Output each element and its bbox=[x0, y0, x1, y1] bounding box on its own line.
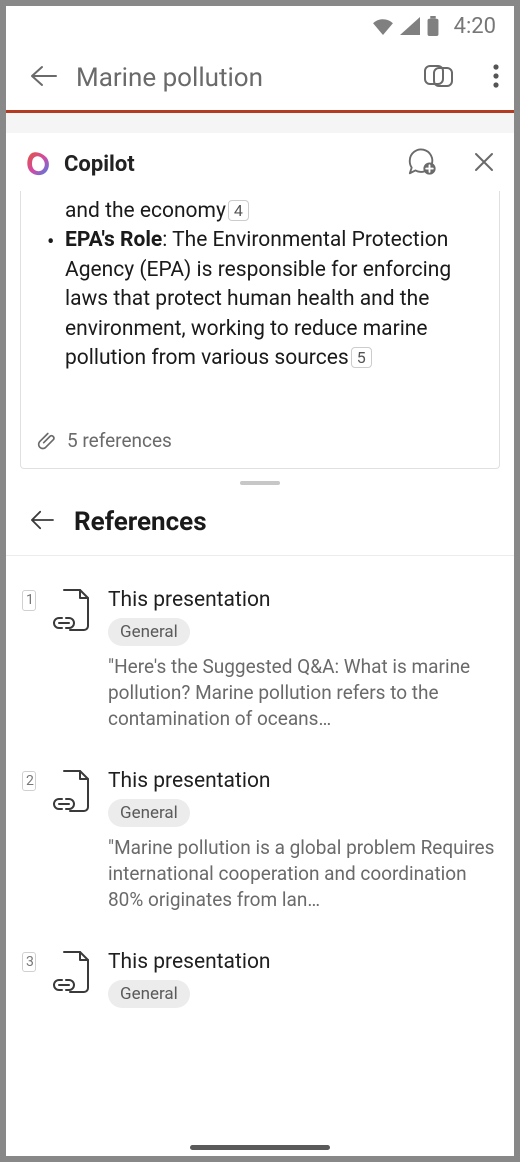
reference-title: This presentation bbox=[108, 769, 498, 793]
copilot-panel-header: Copilot bbox=[6, 133, 514, 191]
drag-handle[interactable] bbox=[6, 469, 514, 489]
references-summary-text: 5 references bbox=[67, 429, 172, 452]
status-bar: 4:20 bbox=[6, 6, 514, 46]
copilot-header-icon[interactable] bbox=[422, 61, 456, 95]
back-button[interactable] bbox=[28, 64, 58, 92]
references-list: 1 This presentation General "Here's the … bbox=[6, 556, 514, 1040]
copilot-logo-icon bbox=[24, 150, 52, 178]
references-title: References bbox=[74, 507, 207, 537]
response-trailing-line: and the economy4 bbox=[65, 197, 481, 226]
copilot-title: Copilot bbox=[64, 152, 394, 177]
reference-title: This presentation bbox=[108, 588, 498, 612]
gesture-bar bbox=[190, 1145, 330, 1150]
close-button[interactable] bbox=[472, 150, 496, 178]
reference-item[interactable]: 2 This presentation General "Marine poll… bbox=[22, 755, 498, 936]
spacer bbox=[6, 113, 514, 133]
copilot-response-card: and the economy4 • EPA's Role: The Envir… bbox=[20, 191, 500, 469]
references-header: References bbox=[6, 489, 514, 555]
app-header: Marine pollution bbox=[6, 46, 514, 110]
reference-index: 3 bbox=[22, 952, 36, 972]
reference-title: This presentation bbox=[108, 950, 498, 974]
reference-snippet: "Marine pollution is a global problem Re… bbox=[108, 835, 498, 912]
citation-4[interactable]: 4 bbox=[228, 200, 249, 221]
bullet-label: EPA's Role bbox=[65, 228, 162, 252]
reference-snippet: "Here's the Suggested Q&A: What is marin… bbox=[108, 654, 498, 731]
citation-5[interactable]: 5 bbox=[351, 347, 372, 368]
reference-index: 1 bbox=[22, 590, 36, 610]
reference-tag: General bbox=[108, 618, 190, 646]
response-bullet: • EPA's Role: The Environmental Protecti… bbox=[65, 226, 481, 373]
reference-index: 2 bbox=[22, 771, 36, 791]
reference-item[interactable]: 1 This presentation General "Here's the … bbox=[22, 574, 498, 755]
battery-icon bbox=[426, 16, 440, 36]
attachment-icon bbox=[37, 431, 57, 451]
status-time: 4:20 bbox=[454, 14, 496, 39]
document-title: Marine pollution bbox=[76, 63, 404, 93]
wifi-icon bbox=[372, 17, 394, 35]
cell-signal-icon bbox=[400, 17, 420, 35]
new-chat-button[interactable] bbox=[406, 147, 438, 181]
bullet-dot-icon: • bbox=[47, 228, 54, 259]
references-back-button[interactable] bbox=[28, 509, 56, 535]
reference-tag: General bbox=[108, 980, 190, 1008]
reference-item[interactable]: 3 This presentation General bbox=[22, 936, 498, 1040]
reference-tag: General bbox=[108, 799, 190, 827]
more-menu-button[interactable] bbox=[492, 63, 500, 93]
document-link-icon bbox=[50, 948, 94, 1000]
document-link-icon bbox=[50, 586, 94, 638]
document-link-icon bbox=[50, 767, 94, 819]
references-summary[interactable]: 5 references bbox=[35, 429, 485, 452]
